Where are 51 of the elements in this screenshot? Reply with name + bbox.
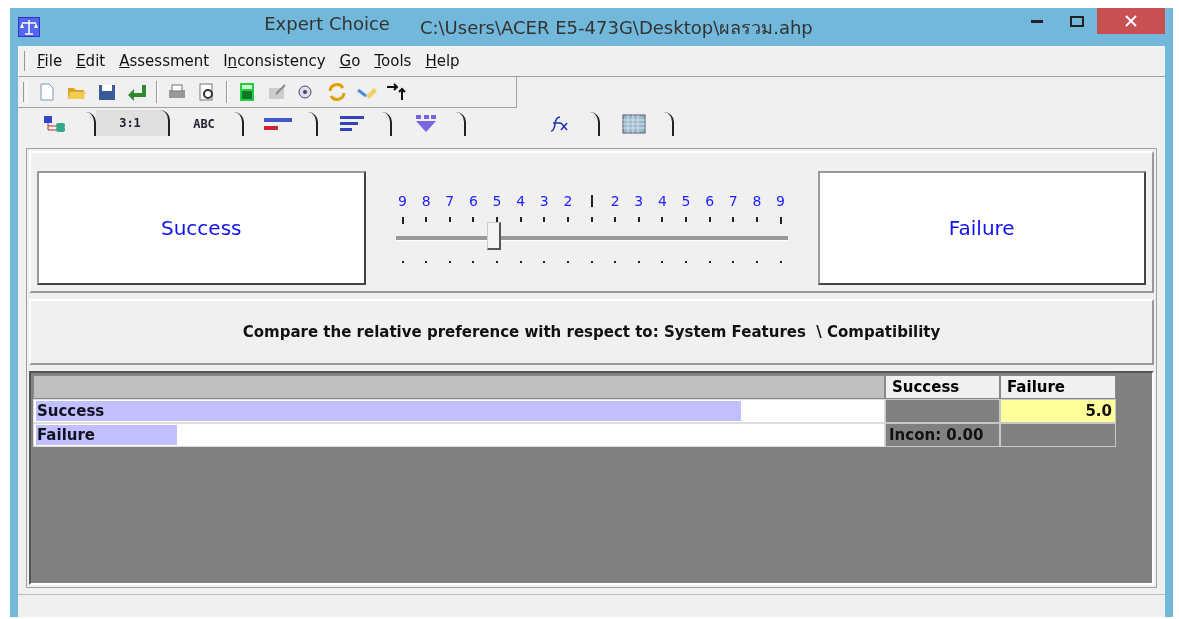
scale-number: 3	[633, 193, 645, 209]
scale-number: 7	[444, 193, 456, 209]
scale-number: 4	[656, 193, 668, 209]
menu-item[interactable]: Inconsistency	[223, 52, 326, 70]
scale-number: 2	[562, 193, 574, 209]
scales-icon[interactable]	[18, 17, 40, 37]
bar-compare-icon	[264, 117, 292, 131]
close-button[interactable]	[1097, 8, 1165, 34]
scale-number: 7	[727, 193, 739, 209]
grid-icon	[622, 114, 646, 134]
column-header: Failure	[1000, 375, 1116, 399]
scale-number: 6	[467, 193, 479, 209]
maximize-icon	[1070, 15, 1084, 27]
scale-number: 8	[420, 193, 432, 209]
scale-number: 5	[680, 193, 692, 209]
menu-item[interactable]: Edit	[76, 52, 106, 70]
window-title: Expert Choice	[264, 12, 390, 36]
comparison-question: Compare the relative preference with respect to: System Features \ Compatibility	[242, 323, 941, 341]
left-element-box: Success	[37, 171, 366, 285]
scale-number: 6	[704, 193, 716, 209]
judgment-cell[interactable]: 5.0	[1000, 399, 1116, 423]
row-label: Success	[36, 402, 105, 420]
scale-number: 8	[751, 193, 763, 209]
center-mark	[590, 195, 593, 207]
scale-number: 9	[775, 193, 786, 209]
scale-number: 3	[538, 193, 550, 209]
file-path: C:\Users\ACER E5-473G\Desktop\ผลรวม.ahp	[419, 15, 813, 40]
bars-icon	[340, 116, 364, 132]
menu-item[interactable]: File	[37, 52, 63, 70]
save-icon[interactable]	[96, 82, 118, 102]
right-element-box: Failure	[817, 171, 1146, 285]
tab[interactable]: 3:1	[96, 110, 170, 136]
inconsistency-ratio: Incon: 0.00	[885, 423, 1000, 447]
slider-thumb[interactable]	[486, 222, 501, 250]
tablet-pen-icon[interactable]	[266, 82, 288, 102]
scale-number: 5	[491, 193, 503, 209]
return-arrow-icon[interactable]	[126, 82, 148, 102]
menu-item[interactable]: Tools	[374, 52, 412, 70]
arrows-icon[interactable]	[386, 82, 408, 102]
scale-number: 9	[397, 193, 408, 209]
column-header: Success	[885, 375, 1000, 399]
funnel-icon	[414, 115, 438, 133]
scale-number: 4	[515, 193, 527, 209]
menu-item[interactable]: Assessment	[119, 52, 210, 70]
row-label: Failure	[36, 426, 96, 444]
menu-item[interactable]: Go	[339, 52, 361, 70]
close-icon	[1125, 15, 1137, 27]
function-icon	[550, 116, 570, 132]
menu-item[interactable]: Help	[425, 52, 460, 70]
scale-number: 2	[609, 193, 621, 209]
minimize-icon	[1031, 19, 1043, 23]
